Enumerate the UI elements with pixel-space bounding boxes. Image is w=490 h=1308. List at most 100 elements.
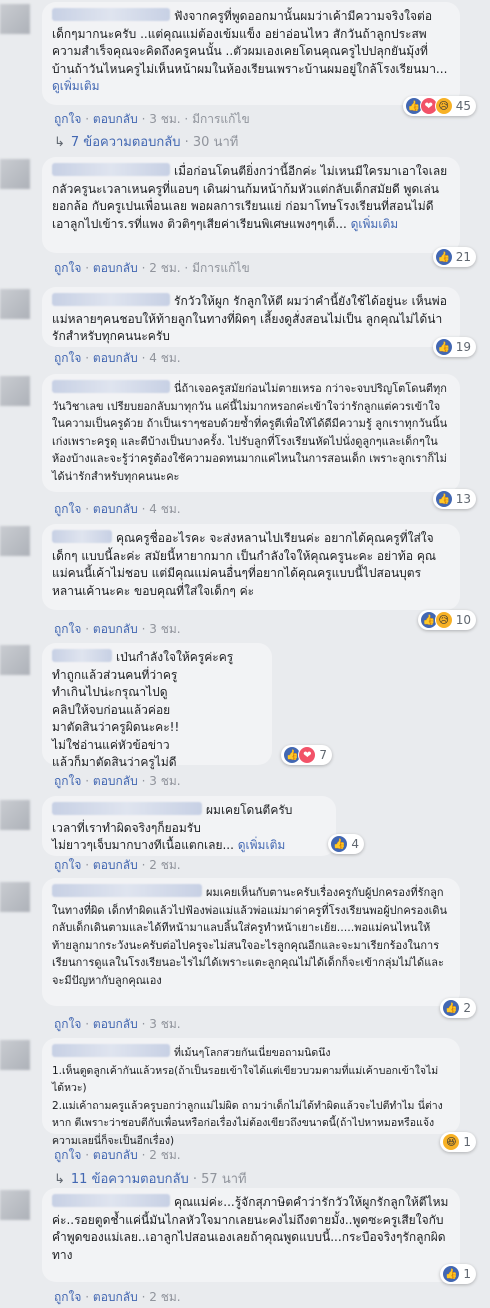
comment-time[interactable]: 2 ชม. [149,1290,180,1304]
comment-actions: ถูกใจ · ตอบกลับ · 2 ชม. [54,858,181,872]
reply-arrow-icon: ↳ [54,135,65,150]
reactions-badge[interactable]: 👍 4 [328,834,364,854]
commenter-name[interactable] [52,802,202,815]
like-link[interactable]: ถูกใจ [54,1148,81,1162]
comment-text: ผมเคยเห็นกับตานะครับเรื่องครูกับผู้ปกครอ… [52,886,447,987]
like-link[interactable]: ถูกใจ [54,1017,81,1031]
reaction-count: 7 [319,748,327,762]
avatar[interactable] [0,1040,30,1070]
comment-bubble: เป่นกำลังใจให้ครูค่ะครู ทำถูกแล้วส่วนคนท… [42,643,272,769]
reply-link[interactable]: ตอบกลับ [93,261,138,275]
comment-actions: ถูกใจ · ตอบกลับ · 2 ชม. [54,1290,181,1304]
commenter-name[interactable] [52,293,170,306]
reply-link[interactable]: ตอบกลับ [93,112,138,126]
edited-label[interactable]: มีการแก้ไข [192,261,250,275]
comment-text: นี่ถ้าเจอครูสมัยก่อนไม่ตายเหรอ กว่าจะจบป… [52,382,448,483]
commenter-name[interactable] [52,8,170,21]
comment-time[interactable]: 2 ชม. [149,1148,180,1162]
reactions-badge[interactable]: 👍 1 [440,1264,476,1284]
comment-actions: ถูกใจ · ตอบกลับ · 2 ชม. [54,1148,181,1162]
comment-bubble: ผมเคยเห็นกับตานะครับเรื่องครูกับผู้ปกครอ… [42,878,460,1006]
comment-time[interactable]: 3 ชม. [149,1017,180,1031]
comment-time[interactable]: 2 ชม. [149,261,180,275]
reply-link[interactable]: ตอบกลับ [93,858,138,872]
avatar[interactable] [0,159,30,189]
avatar[interactable] [0,882,30,912]
comment-bubble: คุณแม่ค่ะ...รู้จักสุภาษิตคำว่ารักวัวให้ผ… [42,1188,460,1282]
see-more-link[interactable]: ดูเพิ่มเติม [52,79,100,93]
reactions-badge[interactable]: 👍 😥 10 [417,610,476,630]
avatar[interactable] [0,1190,30,1220]
reply-link[interactable]: ตอบกลับ [93,774,138,788]
reactions-badge[interactable]: 👍 13 [432,489,476,509]
like-link[interactable]: ถูกใจ [54,261,81,275]
reply-link[interactable]: ตอบกลับ [93,1017,138,1031]
comment-time[interactable]: 3 ชม. [149,774,180,788]
like-icon: 👍 [442,1265,461,1283]
like-link[interactable]: ถูกใจ [54,502,81,516]
comment-time[interactable]: 4 ชม. [149,502,180,516]
avatar[interactable] [0,4,30,34]
love-icon: ❤ [298,746,317,764]
reaction-count: 1 [463,1267,471,1281]
comment-time[interactable]: 3 ชม. [149,112,180,126]
commenter-name[interactable] [52,649,112,662]
comment-bubble: คุณครูชื่ออะไรคะ จะส่งหลานไปเรียนค่ะ อยา… [42,524,460,610]
avatar[interactable] [0,289,30,319]
comment-time[interactable]: 4 ชม. [149,351,180,365]
see-more-link[interactable]: ดูเพิ่มเติม [238,838,286,852]
reply-link[interactable]: ตอบกลับ [93,1290,138,1304]
reaction-count: 19 [455,340,471,354]
like-icon: 👍 [330,835,349,853]
reply-link[interactable]: ตอบกลับ [93,351,138,365]
reactions-badge[interactable]: 👍 ❤ 😥 45 [402,96,476,116]
like-link[interactable]: ถูกใจ [54,1290,81,1304]
commenter-name[interactable] [52,1194,170,1207]
comment-actions: ถูกใจ · ตอบกลับ · 3 ชม. · มีการแก้ไข [54,112,250,126]
comment-time[interactable]: 2 ชม. [149,858,180,872]
commenter-name[interactable] [52,884,202,897]
comment-time[interactable]: 3 ชม. [149,622,180,636]
comment-bubble: นี่ถ้าเจอครูสมัยก่อนไม่ตายเหรอ กว่าจะจบป… [42,374,460,492]
commenter-name[interactable] [52,380,170,393]
reactions-badge[interactable]: 😆 1 [440,1132,476,1152]
like-link[interactable]: ถูกใจ [54,774,81,788]
comment-text: เป่นกำลังใจให้ครูค่ะครู ทำถูกแล้วส่วนคนท… [52,650,234,769]
comment-text: ที่เม้นๆโลกสวยกันเนี่ยขอถามนิดนึง 1.เห็น… [52,1047,443,1147]
view-replies-link[interactable]: ↳ 11 ข้อความตอบกลับ · 57 นาที [54,1168,247,1189]
view-replies-link[interactable]: ↳ 7 ข้อความตอบกลับ · 30 นาที [54,131,238,152]
see-more-link[interactable]: ดูเพิ่มเติม [351,217,399,231]
avatar[interactable] [0,645,30,675]
reaction-count: 21 [455,250,471,264]
like-link[interactable]: ถูกใจ [54,112,81,126]
sad-icon: 😥 [434,611,453,629]
reply-link[interactable]: ตอบกลับ [93,622,138,636]
reaction-count: 4 [351,837,359,851]
avatar[interactable] [0,800,30,830]
edited-label[interactable]: มีการแก้ไข [192,112,250,126]
like-link[interactable]: ถูกใจ [54,622,81,636]
reactions-badge[interactable]: 👍 2 [440,998,476,1018]
reaction-count: 45 [455,99,471,113]
reactions-badge[interactable]: 👍 21 [432,247,476,267]
like-link[interactable]: ถูกใจ [54,351,81,365]
comment-actions: ถูกใจ · ตอบกลับ · 2 ชม. · มีการแก้ไข [54,261,250,275]
comment-actions: ถูกใจ · ตอบกลับ · 3 ชม. [54,622,181,636]
avatar[interactable] [0,526,30,556]
reaction-count: 10 [455,613,471,627]
like-icon: 👍 [434,490,453,508]
reaction-count: 2 [463,1001,471,1015]
commenter-name[interactable] [52,163,170,176]
avatar[interactable] [0,376,30,406]
commenter-name[interactable] [52,530,112,543]
sad-icon: 😥 [434,97,453,115]
comment-bubble: ผมเคยโดนตีครับ เวลาที่เราทำผิดจริงๆก็ยอม… [42,796,336,856]
comment-bubble: ที่เม้นๆโลกสวยกันเนี่ยขอถามนิดนึง 1.เห็น… [42,1038,460,1147]
like-link[interactable]: ถูกใจ [54,858,81,872]
reactions-badge[interactable]: 👍 19 [432,337,476,357]
commenter-name[interactable] [52,1044,170,1057]
reply-link[interactable]: ตอบกลับ [93,1148,138,1162]
reactions-badge[interactable]: 👍 ❤ 7 [281,745,332,765]
like-icon: 👍 [442,999,461,1017]
reply-link[interactable]: ตอบกลับ [93,502,138,516]
